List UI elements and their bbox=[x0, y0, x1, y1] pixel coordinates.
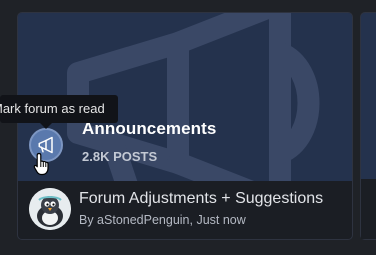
tooltip-arrow bbox=[40, 123, 52, 129]
forum-post-count: 2.8K POSTS bbox=[82, 149, 158, 164]
next-forum-card-footer bbox=[361, 179, 376, 239]
tooltip-text: Mark forum as read bbox=[0, 101, 105, 116]
avatar[interactable] bbox=[29, 188, 71, 230]
latest-thread-title[interactable]: Forum Adjustments + Suggestions bbox=[79, 190, 323, 208]
forum-grid: Announcements 2.8K POSTS Mark forum as r… bbox=[0, 0, 376, 255]
penguin-avatar-icon bbox=[29, 188, 71, 230]
latest-thread-meta: By aStonedPenguin, Just now bbox=[79, 213, 246, 227]
tooltip: Mark forum as read bbox=[0, 95, 118, 123]
hand-pointer-cursor-icon bbox=[33, 152, 49, 176]
next-forum-card[interactable] bbox=[360, 12, 376, 240]
